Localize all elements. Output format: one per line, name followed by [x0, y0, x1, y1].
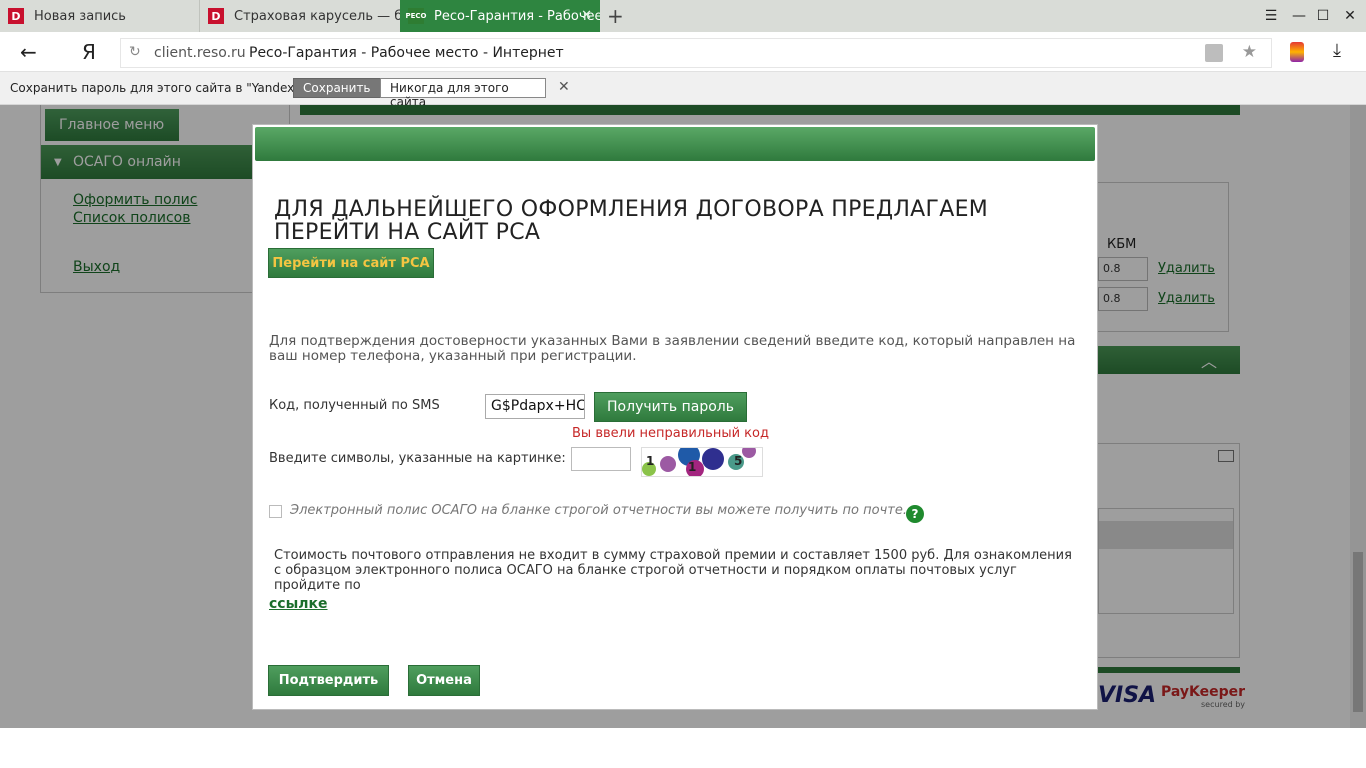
sms-code-input[interactable]: G$Pdapx+HC [485, 394, 585, 419]
go-to-rsa-button[interactable]: Перейти на сайт РСА [268, 248, 434, 278]
never-save-button[interactable]: Никогда для этого сайта [380, 78, 546, 109]
tab-favicon: РЕСО [406, 8, 427, 24]
tab-new-post[interactable]: D Новая запись [0, 0, 200, 32]
bookmark-star-icon[interactable]: ★ [1242, 42, 1257, 62]
tab-insurance-carousel[interactable]: D Страховая карусель — бор [200, 0, 400, 32]
tab-label: Новая запись [34, 8, 126, 24]
get-password-button[interactable]: Получить пароль [594, 392, 747, 422]
close-bar-icon[interactable]: ✕ [558, 79, 570, 95]
tab-favicon: D [8, 8, 24, 24]
download-icon[interactable]: ⤓ [1333, 40, 1341, 61]
save-password-button[interactable]: Сохранить [293, 78, 381, 98]
captcha-char: 1 [646, 454, 655, 468]
captcha-image: 1 1 5 [641, 447, 763, 477]
tab-favicon: D [208, 8, 224, 24]
save-password-bar: Сохранить пароль для этого сайта в "Yand… [0, 72, 1366, 109]
minimize-icon[interactable]: — [1286, 0, 1312, 32]
postal-cost-text: Стоимость почтового отправления не входи… [274, 548, 1072, 593]
captcha-char: 1 [688, 460, 697, 474]
postal-delivery-checkbox[interactable] [269, 505, 282, 518]
sms-code-label: Код, полученный по SMS [269, 398, 440, 413]
url-field[interactable]: ↻ client.reso.ru Ресо-Гарантия - Рабочее… [120, 38, 1272, 68]
confirmation-modal: ДЛЯ ДАЛЬНЕЙШЕГО ОФОРМЛЕНИЯ ДОГОВОРА ПРЕД… [252, 124, 1098, 710]
url-host: client.reso.ru [154, 45, 246, 61]
tab-bar: D Новая запись D Страховая карусель — бо… [0, 0, 1366, 32]
close-window-icon[interactable]: ✕ [1337, 0, 1363, 32]
hamburger-menu-icon[interactable]: ☰ [1258, 0, 1284, 32]
error-message: Вы ввели неправильный код [572, 426, 769, 441]
help-icon[interactable]: ? [906, 505, 924, 523]
lock-icon[interactable] [1205, 44, 1223, 62]
save-password-message: Сохранить пароль для этого сайта в "Yand… [10, 81, 307, 95]
tab-label: Страховая карусель — бор [234, 8, 400, 24]
new-tab-plus-icon[interactable]: + [607, 4, 624, 28]
captcha-input[interactable] [571, 447, 631, 471]
back-arrow-icon[interactable]: ← [20, 40, 37, 64]
tab-close-icon[interactable]: ✕ [581, 8, 592, 23]
confirm-button[interactable]: Подтвердить [268, 665, 389, 696]
captcha-label: Введите символы, указанные на картинке: [269, 451, 566, 466]
sample-policy-link[interactable]: ссылке [269, 596, 328, 612]
window-bottom-area [0, 728, 1366, 768]
modal-title: ДЛЯ ДАЛЬНЕЙШЕГО ОФОРМЛЕНИЯ ДОГОВОРА ПРЕД… [274, 197, 989, 245]
sms-info-text: Для подтверждения достоверности указанны… [269, 333, 1076, 364]
maximize-icon[interactable]: ☐ [1310, 0, 1336, 32]
extension-icon[interactable] [1290, 42, 1304, 62]
postal-delivery-label: Электронный полис ОСАГО на бланке строго… [290, 503, 907, 518]
tab-label: Ресо-Гарантия - Рабочее [434, 8, 600, 24]
modal-header-bar [255, 127, 1095, 161]
yandex-logo-icon[interactable]: Я [82, 40, 96, 64]
cancel-button[interactable]: Отмена [408, 665, 480, 696]
url-page-title: Ресо-Гарантия - Рабочее место - Интернет [249, 45, 564, 61]
address-bar: ← Я ↻ client.reso.ru Ресо-Гарантия - Раб… [0, 32, 1366, 72]
tab-reso-garantia[interactable]: РЕСО Ресо-Гарантия - Рабочее ✕ [400, 0, 600, 32]
reload-icon[interactable]: ↻ [129, 44, 141, 60]
captcha-char: 5 [734, 454, 743, 468]
